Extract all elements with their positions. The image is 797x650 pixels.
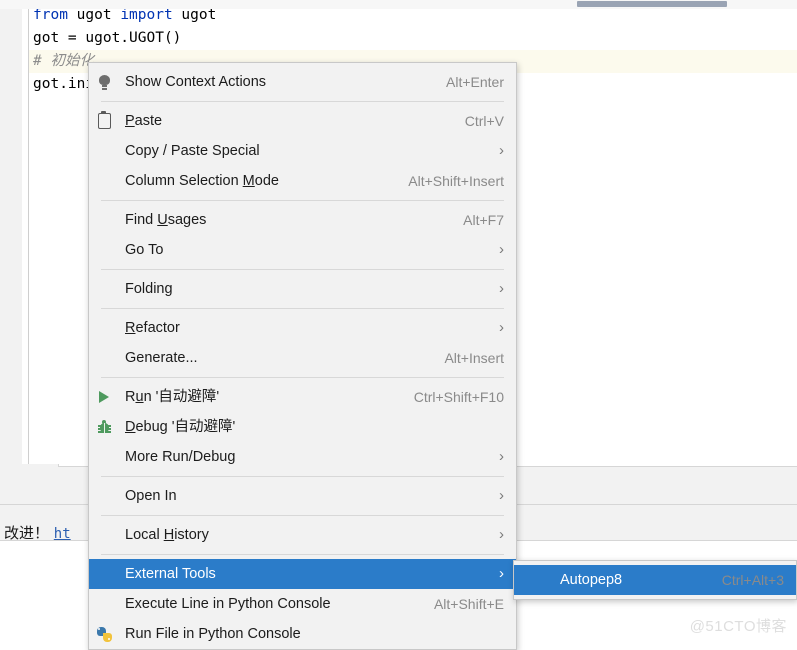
menu-item-column-selection-mode[interactable]: Column Selection Mode Alt+Shift+Insert (89, 166, 516, 196)
external-tools-submenu[interactable]: Autopep8 Ctrl+Alt+3 (513, 560, 797, 600)
menu-separator (101, 200, 504, 201)
menu-item-find-usages[interactable]: Find Usages Alt+F7 (89, 205, 516, 235)
menu-separator (101, 377, 504, 378)
menu-item-local-history[interactable]: Local History › (89, 520, 516, 550)
menu-item-shortcut: Alt+F7 (463, 212, 504, 228)
menu-item-label: Show Context Actions (125, 74, 267, 90)
chevron-right-icon: › (499, 241, 504, 258)
console-link[interactable]: ht (54, 526, 71, 542)
menu-item-label: Go To (125, 242, 164, 258)
editor-gutter (0, 0, 23, 464)
menu-item-generate[interactable]: Generate... Alt+Insert (89, 343, 516, 373)
menu-separator (101, 515, 504, 516)
debug-icon (89, 412, 119, 442)
menu-item-show-context-actions[interactable]: Show Context Actions Alt+Enter (89, 67, 516, 97)
no-icon (89, 343, 119, 373)
chevron-right-icon: › (499, 448, 504, 465)
clipboard-icon (89, 106, 119, 136)
menu-separator (101, 269, 504, 270)
menu-item-execute-line-in-python-console[interactable]: Execute Line in Python Console Alt+Shift+… (89, 589, 516, 619)
menu-item-run-config[interactable]: Run '自动避障' Ctrl+Shift+F10 (89, 382, 516, 412)
no-icon (89, 205, 119, 235)
menu-item-label: Paste (125, 113, 163, 129)
editor-horizontal-scrollbar-track[interactable] (0, 0, 797, 9)
menu-item-label: Autopep8 (560, 572, 623, 588)
menu-item-label: Debug '自动避障' (125, 419, 236, 435)
no-icon (89, 274, 119, 304)
chevron-right-icon: › (499, 142, 504, 159)
no-icon (89, 235, 119, 265)
menu-item-shortcut: Ctrl+Shift+F10 (413, 389, 504, 405)
no-icon (514, 565, 544, 595)
chevron-right-icon: › (499, 319, 504, 336)
menu-item-label: Column Selection Mode (125, 173, 279, 189)
no-icon (89, 166, 119, 196)
no-icon (89, 520, 119, 550)
menu-item-label: External Tools (125, 566, 216, 582)
lightbulb-icon (89, 67, 119, 97)
menu-item-label: Find Usages (125, 212, 207, 228)
menu-item-shortcut: Ctrl+V (464, 113, 504, 129)
menu-item-label: Run '自动避障' (125, 389, 220, 405)
menu-item-label: Copy / Paste Special (125, 143, 260, 159)
menu-item-label: Generate... (125, 350, 198, 366)
menu-item-shortcut: Alt+Insert (444, 350, 504, 366)
no-icon (89, 313, 119, 343)
menu-item-autopep8[interactable]: Autopep8 Ctrl+Alt+3 (514, 565, 796, 595)
python-icon (89, 619, 119, 649)
run-icon (89, 382, 119, 412)
menu-item-refactor[interactable]: Refactor › (89, 313, 516, 343)
menu-item-go-to[interactable]: Go To › (89, 235, 516, 265)
chevron-right-icon: › (499, 565, 504, 582)
menu-item-label: Folding (125, 281, 173, 297)
menu-separator (101, 554, 504, 555)
code-comment: # 初始化 (33, 53, 94, 69)
menu-item-label: More Run/Debug (125, 449, 236, 465)
menu-item-label: Execute Line in Python Console (125, 596, 331, 612)
no-icon (89, 442, 119, 472)
menu-item-label: Run File in Python Console (125, 626, 301, 642)
editor-gutter-fold-strip (22, 0, 29, 464)
menu-item-debug-config[interactable]: Debug '自动避障' (89, 412, 516, 442)
code-line-2: got = ugot.UGOT() (33, 30, 182, 46)
no-icon (89, 559, 119, 589)
menu-item-shortcut: Alt+Shift+Insert (408, 173, 504, 189)
editor-context-menu[interactable]: Show Context Actions Alt+Enter Paste Ctrl+V… (88, 62, 517, 650)
menu-item-folding[interactable]: Folding › (89, 274, 516, 304)
menu-item-paste[interactable]: Paste Ctrl+V (89, 106, 516, 136)
menu-item-external-tools[interactable]: External Tools › (89, 559, 516, 589)
menu-separator (101, 101, 504, 102)
menu-separator (101, 308, 504, 309)
no-icon (89, 136, 119, 166)
no-icon (89, 589, 119, 619)
menu-item-open-in[interactable]: Open In › (89, 481, 516, 511)
menu-item-shortcut: Ctrl+Alt+3 (721, 572, 784, 588)
menu-item-more-run-debug[interactable]: More Run/Debug › (89, 442, 516, 472)
menu-item-shortcut: Alt+Shift+E (433, 596, 504, 612)
console-text: 改进！ (4, 524, 50, 542)
watermark: @51CTO博客 (689, 618, 787, 635)
no-icon (89, 481, 119, 511)
menu-item-shortcut: Alt+Enter (446, 74, 504, 90)
menu-separator (101, 476, 504, 477)
menu-item-label: Refactor (125, 320, 180, 336)
menu-item-copy-paste-special[interactable]: Copy / Paste Special › (89, 136, 516, 166)
chevron-right-icon: › (499, 526, 504, 543)
menu-item-label: Local History (125, 527, 209, 543)
chevron-right-icon: › (499, 280, 504, 297)
chevron-right-icon: › (499, 487, 504, 504)
menu-item-label: Open In (125, 488, 177, 504)
editor-horizontal-scrollbar-thumb[interactable] (577, 1, 727, 7)
menu-item-run-file-in-python-console[interactable]: Run File in Python Console (89, 619, 516, 649)
